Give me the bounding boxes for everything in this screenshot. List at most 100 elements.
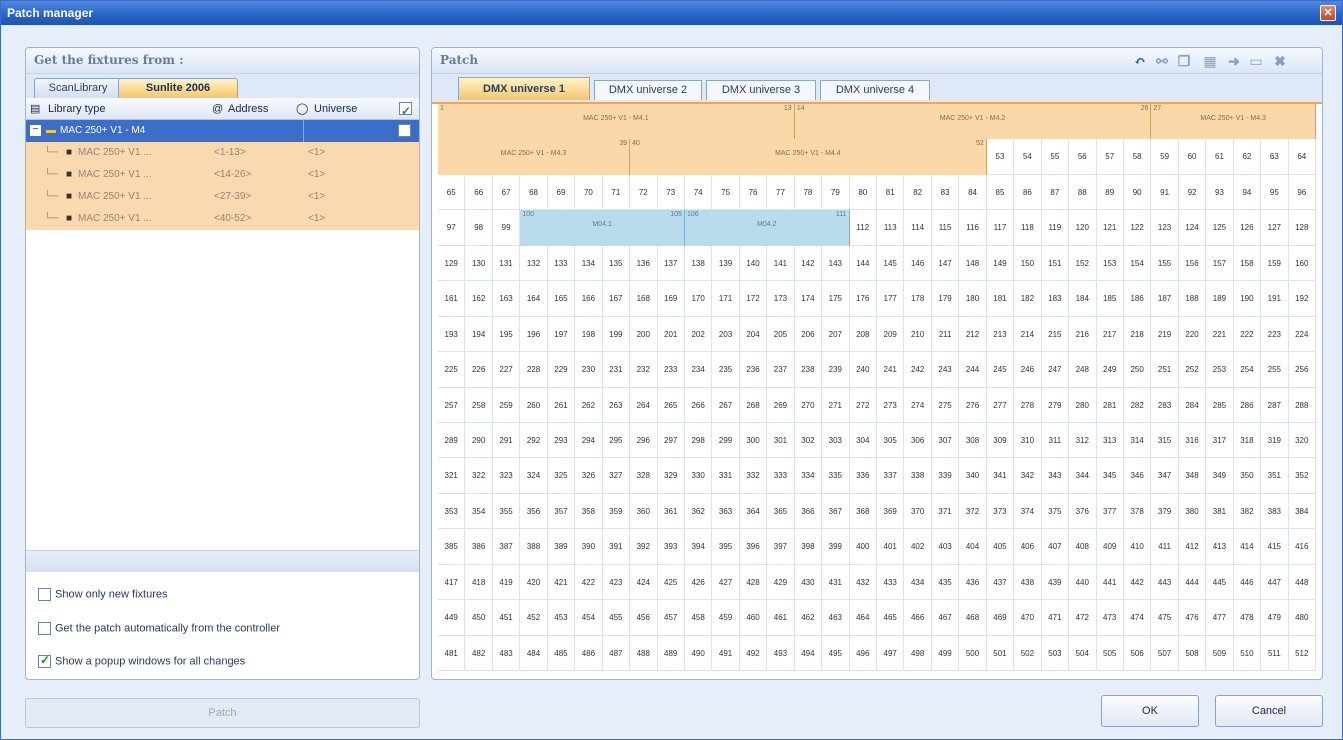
dmx-channel-cell[interactable]: 309 [986, 422, 1015, 459]
dmx-channel-cell[interactable]: 433 [877, 564, 905, 601]
dmx-channel-cell[interactable]: 402 [904, 529, 932, 565]
col-library-type[interactable]: Library type [48, 98, 105, 120]
dmx-channel-cell[interactable]: 491 [712, 635, 740, 671]
tree-root-row[interactable]: − ▬ MAC 250+ V1 - M4 [26, 120, 419, 142]
dmx-channel-cell[interactable]: 115 [931, 210, 960, 246]
dmx-channel-cell[interactable]: 137 [657, 245, 685, 282]
dmx-channel-cell[interactable]: 78 [794, 174, 823, 211]
dmx-channel-cell[interactable]: 328 [630, 458, 658, 494]
dmx-channel-cell[interactable]: 303 [822, 422, 850, 459]
dmx-channel-cell[interactable]: 234 [684, 352, 713, 388]
dmx-channel-cell[interactable]: 505 [1096, 635, 1124, 671]
dmx-channel-cell[interactable]: 276 [959, 387, 987, 423]
dmx-channel-cell[interactable]: 302 [794, 422, 823, 459]
dmx-channel-cell[interactable]: 443 [1151, 564, 1179, 601]
dmx-channel-cell[interactable]: 241 [877, 352, 905, 388]
dmx-channel-cell[interactable]: 53 [986, 139, 1015, 175]
dmx-channel-cell[interactable]: 180 [959, 281, 987, 317]
dmx-channel-cell[interactable]: 453 [547, 600, 576, 636]
dmx-channel-cell[interactable]: 292 [520, 422, 548, 459]
dmx-channel-cell[interactable]: 378 [1123, 493, 1152, 530]
dmx-channel-cell[interactable]: 306 [904, 422, 932, 459]
dmx-channel-cell[interactable]: 212 [959, 316, 987, 353]
dmx-channel-cell[interactable]: 487 [602, 635, 631, 671]
dmx-channel-cell[interactable]: 146 [904, 245, 932, 282]
dmx-channel-cell[interactable]: 205 [767, 316, 795, 353]
dmx-channel-cell[interactable]: 248 [1069, 352, 1097, 388]
dmx-channel-cell[interactable]: 422 [575, 564, 603, 601]
dmx-channel-cell[interactable]: 218 [1123, 316, 1152, 353]
dmx-channel-cell[interactable]: 99 [492, 210, 521, 246]
dmx-channel-cell[interactable]: 297 [657, 422, 685, 459]
dmx-channel-cell[interactable]: 484 [520, 635, 548, 671]
dmx-channel-cell[interactable]: 356 [520, 493, 548, 530]
dmx-channel-cell[interactable]: 327 [602, 458, 631, 494]
dmx-channel-cell[interactable]: 367 [822, 493, 850, 530]
dmx-channel-cell[interactable]: 493 [767, 635, 795, 671]
dmx-channel-cell[interactable]: 61 [1206, 139, 1234, 175]
dmx-channel-cell[interactable]: 73 [657, 174, 685, 211]
dmx-channel-cell[interactable]: 54 [1014, 139, 1042, 175]
dmx-channel-cell[interactable]: 228 [520, 352, 548, 388]
dmx-channel-cell[interactable]: 215 [1041, 316, 1070, 353]
dmx-channel-cell[interactable]: 149 [986, 245, 1015, 282]
dmx-channel-cell[interactable]: 89 [1096, 174, 1124, 211]
dmx-channel-cell[interactable]: 144 [849, 245, 877, 282]
dmx-channel-cell[interactable]: 272 [849, 387, 877, 423]
dmx-channel-cell[interactable]: 312 [1069, 422, 1097, 459]
dmx-channel-cell[interactable]: 501 [986, 635, 1015, 671]
dmx-channel-cell[interactable]: 204 [739, 316, 768, 353]
dmx-channel-cell[interactable]: 315 [1151, 422, 1179, 459]
dmx-channel-cell[interactable]: 250 [1123, 352, 1152, 388]
dmx-channel-cell[interactable]: 412 [1178, 529, 1207, 565]
dmx-channel-cell[interactable]: 63 [1261, 139, 1289, 175]
dmx-channel-cell[interactable]: 157 [1206, 245, 1234, 282]
dmx-channel-cell[interactable]: 441 [1096, 564, 1124, 601]
dmx-channel-cell[interactable]: 425 [657, 564, 685, 601]
dmx-channel-cell[interactable]: 401 [877, 529, 905, 565]
dmx-channel-cell[interactable]: 148 [959, 245, 987, 282]
dmx-channel-cell[interactable]: 83 [931, 174, 960, 211]
dmx-channel-cell[interactable]: 221 [1206, 316, 1234, 353]
dmx-channel-cell[interactable]: 77 [767, 174, 795, 211]
dmx-channel-cell[interactable]: 82 [904, 174, 932, 211]
dmx-channel-cell[interactable]: 476 [1178, 600, 1207, 636]
dmx-channel-cell[interactable]: 279 [1041, 387, 1070, 423]
dmx-channel-cell[interactable]: 236 [739, 352, 768, 388]
dmx-channel-cell[interactable]: 380 [1178, 493, 1207, 530]
dmx-channel-cell[interactable]: 277 [986, 387, 1015, 423]
dmx-channel-cell[interactable]: 209 [877, 316, 905, 353]
dmx-channel-cell[interactable]: 450 [465, 600, 493, 636]
dmx-channel-cell[interactable]: 261 [547, 387, 576, 423]
dmx-channel-cell[interactable]: 156 [1178, 245, 1207, 282]
dmx-channel-cell[interactable]: 168 [630, 281, 658, 317]
dmx-channel-cell[interactable]: 385 [438, 529, 466, 565]
dmx-channel-cell[interactable]: 188 [1178, 281, 1207, 317]
dmx-channel-cell[interactable]: 290 [465, 422, 493, 459]
dmx-channel-cell[interactable]: 66 [465, 174, 493, 211]
dmx-channel-cell[interactable]: 490 [684, 635, 713, 671]
dmx-channel-cell[interactable]: 289 [438, 422, 466, 459]
dmx-channel-cell[interactable]: 460 [739, 600, 768, 636]
link-icon[interactable]: ⚯ [1154, 54, 1170, 70]
dmx-channel-cell[interactable]: 332 [739, 458, 768, 494]
dmx-channel-cell[interactable]: 266 [684, 387, 713, 423]
cancel-button[interactable]: Cancel [1215, 695, 1323, 727]
dmx-channel-cell[interactable]: 225 [438, 352, 466, 388]
dmx-channel-cell[interactable]: 383 [1261, 493, 1289, 530]
collapse-icon[interactable]: − [30, 125, 41, 136]
dmx-channel-cell[interactable]: 346 [1123, 458, 1152, 494]
dmx-channel-cell[interactable]: 116 [959, 210, 987, 246]
dmx-channel-cell[interactable]: 301 [767, 422, 795, 459]
dmx-channel-cell[interactable]: 159 [1261, 245, 1289, 282]
dmx-channel-cell[interactable]: 84 [959, 174, 987, 211]
dmx-channel-cell[interactable]: 488 [630, 635, 658, 671]
dmx-channel-cell[interactable]: 191 [1261, 281, 1289, 317]
dmx-channel-cell[interactable]: 287 [1261, 387, 1289, 423]
dmx-channel-cell[interactable]: 440 [1069, 564, 1097, 601]
dmx-channel-cell[interactable]: 165 [547, 281, 576, 317]
dmx-channel-cell[interactable]: 349 [1206, 458, 1234, 494]
dmx-channel-cell[interactable]: 393 [657, 529, 685, 565]
dmx-channel-cell[interactable]: 381 [1206, 493, 1234, 530]
dmx-channel-cell[interactable]: 135 [602, 245, 631, 282]
